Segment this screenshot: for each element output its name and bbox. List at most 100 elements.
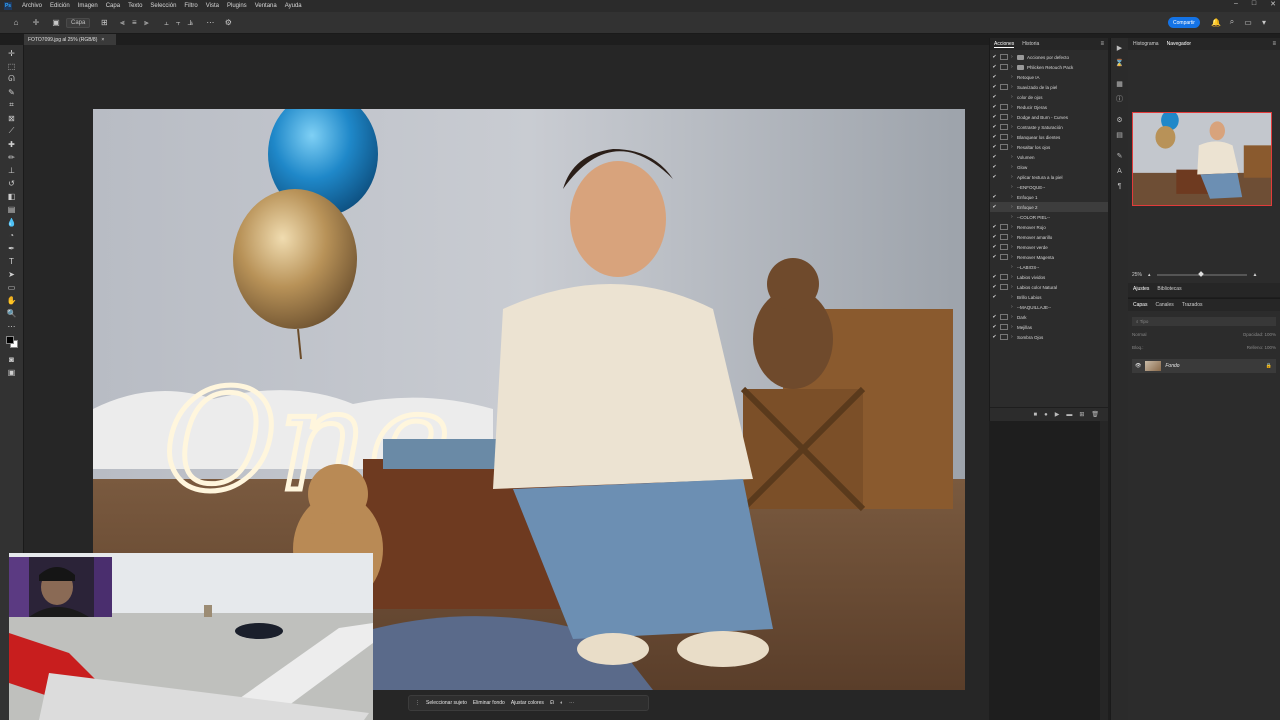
action-row[interactable]: ✔ › Phlicken Retouch Pack (990, 62, 1108, 72)
action-row[interactable]: ✔ › Labios color Natural (990, 282, 1108, 292)
action-row[interactable]: ✔ › Contraste y Saturación (990, 122, 1108, 132)
tab-histograma[interactable]: Histograma (1133, 41, 1159, 47)
play-action-icon[interactable]: ▶ (1114, 42, 1126, 54)
lock-icon[interactable]: 🔒 (1266, 363, 1272, 369)
action-check-icon[interactable]: ✔ (990, 124, 999, 130)
visibility-eye-icon[interactable]: 👁 (1135, 363, 1141, 369)
action-row[interactable]: ✔ › Dark (990, 312, 1108, 322)
panel-menu-icon[interactable]: ≡ (1272, 41, 1276, 47)
menu-filtro[interactable]: Filtro (180, 3, 201, 9)
menu-archivo[interactable]: Archivo (18, 3, 46, 9)
tab-ajustes[interactable]: Ajustes (1133, 286, 1149, 292)
paragraph-icon[interactable]: ¶ (1114, 180, 1126, 192)
align-bottom-icon[interactable]: ⫡ (184, 17, 196, 29)
navigator-thumbnail[interactable] (1132, 112, 1272, 206)
dialog-toggle-icon[interactable] (1000, 224, 1008, 230)
new-set-icon[interactable]: ▬ (1066, 412, 1072, 418)
action-row[interactable]: › --COLOR PIEL-- (990, 212, 1108, 222)
action-row[interactable]: ✔ › Suavizado de la piel (990, 82, 1108, 92)
action-check-icon[interactable]: ✔ (990, 194, 999, 200)
action-row[interactable]: ✔ › Blanquear los dientes (990, 132, 1108, 142)
remove-background-button[interactable]: Eliminar fondo (473, 700, 505, 706)
menu-ventana[interactable]: Ventana (251, 3, 281, 9)
tab-acciones[interactable]: Acciones (994, 41, 1015, 48)
dodge-icon[interactable]: ◔ (6, 229, 18, 241)
menu-ayuda[interactable]: Ayuda (281, 3, 306, 9)
hand-icon[interactable]: ✋ (6, 294, 18, 306)
action-row[interactable]: ✔ › Enfoque 2 (990, 202, 1108, 212)
select-subject-button[interactable]: Seleccionar sujeto (426, 700, 467, 706)
close-tab-icon[interactable]: × (101, 37, 104, 43)
action-check-icon[interactable]: ✔ (990, 154, 999, 160)
menu-texto[interactable]: Texto (124, 3, 146, 9)
action-row[interactable]: › --MAQUILLAJE-- (990, 302, 1108, 312)
arrange-icon[interactable]: ▾ (1258, 16, 1270, 28)
eraser-icon[interactable]: ◧ (6, 190, 18, 202)
action-check-icon[interactable]: ✔ (990, 314, 999, 320)
action-row[interactable]: ✔ › Glow (990, 162, 1108, 172)
menu-plugins[interactable]: Plugins (223, 3, 251, 9)
tab-trazados[interactable]: Trazados (1182, 302, 1203, 308)
action-check-icon[interactable]: ✔ (990, 294, 999, 300)
action-check-icon[interactable]: ✔ (990, 334, 999, 340)
path-select-icon[interactable]: ➤ (6, 268, 18, 280)
properties-icon[interactable]: ⚙ (1114, 114, 1126, 126)
stamp-icon[interactable]: ⊥ (6, 164, 18, 176)
notifications-icon[interactable]: 🔔 (1210, 16, 1222, 28)
action-row[interactable]: ✔ › Sombra Ojos (990, 332, 1108, 342)
pen-icon[interactable]: ✒ (6, 242, 18, 254)
drag-handle-icon[interactable]: ⋮ (415, 700, 420, 706)
layer-filter-input[interactable]: ⌕ Tipo (1132, 317, 1276, 326)
align-left-icon[interactable]: ⫷ (116, 17, 128, 29)
minimize-button[interactable]: – (1234, 0, 1238, 8)
opacity-value[interactable]: 100% (1264, 332, 1276, 337)
action-row[interactable]: ✔ › Reducir Ojeras (990, 102, 1108, 112)
gradient-icon[interactable]: ▤ (6, 203, 18, 215)
action-row[interactable]: ✔ › Remover Rojo (990, 222, 1108, 232)
menu-vista[interactable]: Vista (202, 3, 223, 9)
close-window-button[interactable]: ✕ (1270, 0, 1276, 8)
tab-capas[interactable]: Capas (1133, 302, 1147, 308)
menu-seleccion[interactable]: Selección (146, 3, 180, 9)
action-row[interactable]: ✔ › Mejillas (990, 322, 1108, 332)
blur-icon[interactable]: 💧 (6, 216, 18, 228)
dialog-toggle-icon[interactable] (1000, 84, 1008, 90)
action-check-icon[interactable]: ✔ (990, 324, 999, 330)
dialog-toggle-icon[interactable] (1000, 274, 1008, 280)
workspace-icon[interactable]: ▭ (1242, 16, 1254, 28)
healing-icon[interactable]: ✚ (6, 138, 18, 150)
info-icon[interactable]: ⓘ (1114, 93, 1126, 105)
action-row[interactable]: ✔ › Aplicar textura a la piel (990, 172, 1108, 182)
vertical-scrollbar[interactable] (1100, 421, 1108, 720)
share-button[interactable]: Compartir (1168, 17, 1200, 28)
action-row[interactable]: ✔ › Retoque IA (990, 72, 1108, 82)
action-row[interactable]: ✔ › Dodge and Burn - Curves (990, 112, 1108, 122)
menu-edicion[interactable]: Edición (46, 3, 74, 9)
play-icon[interactable]: ▶ (1055, 411, 1060, 418)
stop-icon[interactable]: ■ (1033, 412, 1037, 418)
history-brush-icon[interactable]: ↺ (6, 177, 18, 189)
action-row[interactable]: ✔ › Enfoque 1 (990, 192, 1108, 202)
dialog-toggle-icon[interactable] (1000, 234, 1008, 240)
marquee-icon[interactable]: ⬚ (6, 60, 18, 72)
action-check-icon[interactable]: ✔ (990, 74, 999, 80)
dialog-toggle-icon[interactable] (1000, 324, 1008, 330)
history-icon[interactable]: ⌛ (1114, 57, 1126, 69)
adjust-colors-button[interactable]: Ajustar colores (511, 700, 544, 706)
record-icon[interactable]: ● (1044, 412, 1048, 418)
dialog-toggle-icon[interactable] (1000, 114, 1008, 120)
color-swatches[interactable] (5, 335, 19, 349)
dialog-toggle-icon[interactable] (1000, 134, 1008, 140)
transform-controls-icon[interactable]: ⊞ (98, 17, 110, 29)
zoom-slider-knob[interactable] (1197, 271, 1204, 277)
action-check-icon[interactable]: ✔ (990, 244, 999, 250)
action-check-icon[interactable]: ✔ (990, 134, 999, 140)
mask-icon[interactable]: ◐ (560, 700, 563, 706)
tab-bibliotecas[interactable]: Bibliotecas (1157, 286, 1181, 292)
action-row[interactable]: ✔ › Labios vividos (990, 272, 1108, 282)
quick-mask-icon[interactable]: ◙ (6, 353, 18, 365)
move-tool-icon[interactable]: ✛ (30, 17, 42, 29)
move-icon[interactable]: ✛ (6, 47, 18, 59)
frame-icon[interactable]: ⊠ (6, 112, 18, 124)
action-check-icon[interactable]: ✔ (990, 234, 999, 240)
